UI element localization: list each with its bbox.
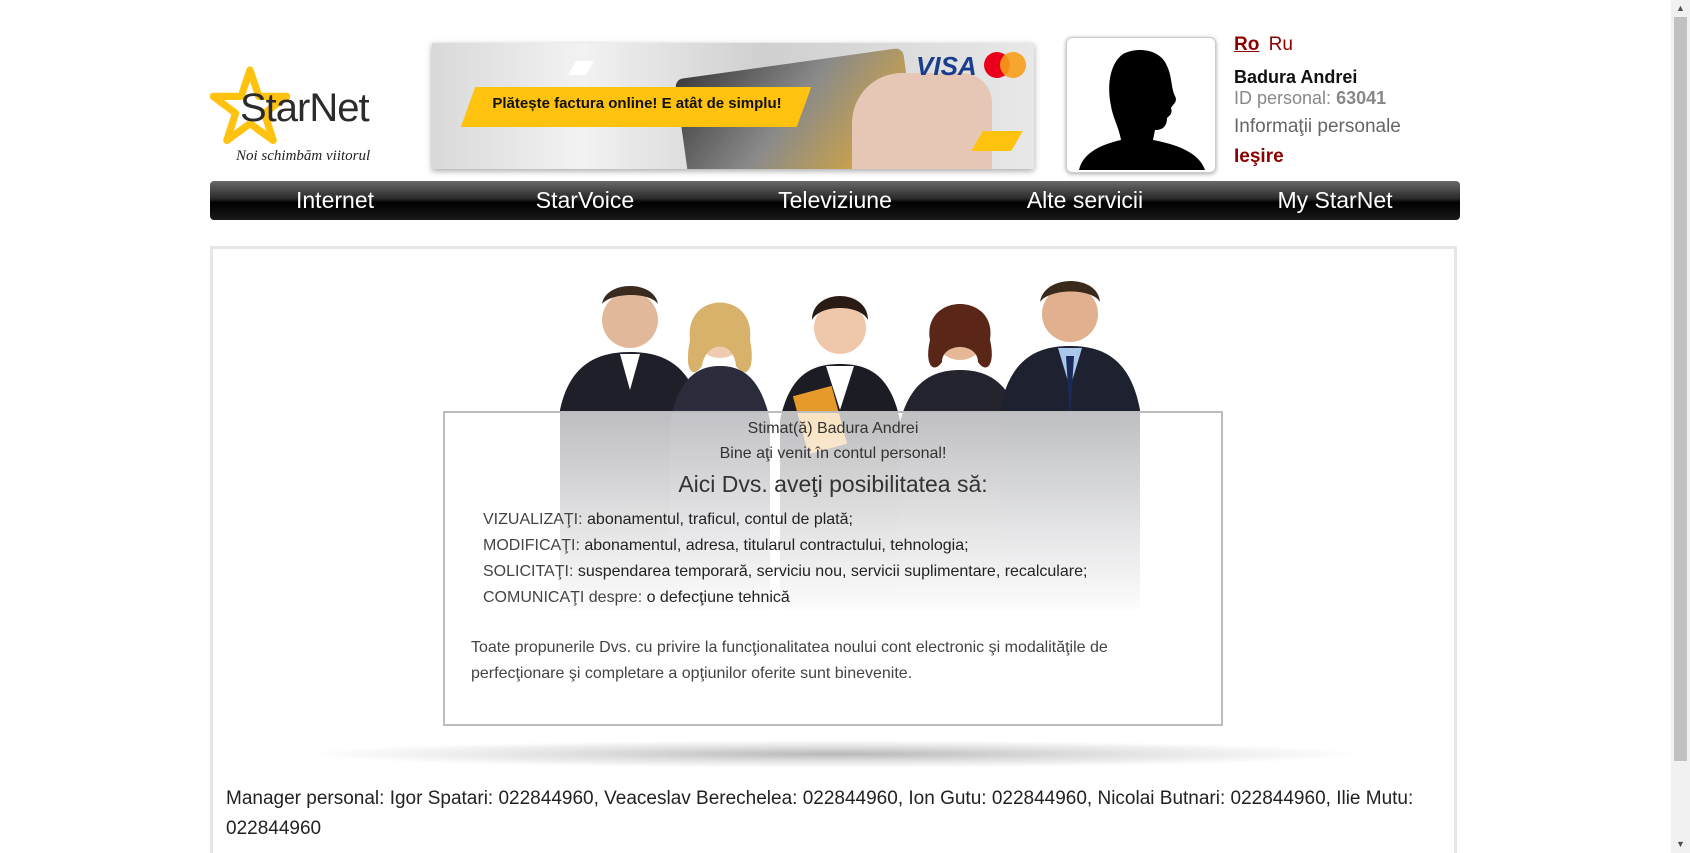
- main-nav: Internet StarVoice Televiziune Alte serv…: [210, 181, 1460, 220]
- greeting: Stimat(ă) Badura Andrei: [747, 420, 919, 437]
- list-item: SOLICITAŢI: suspendarea temporară, servi…: [483, 559, 1087, 585]
- silhouette-avatar-icon: [1079, 44, 1205, 170]
- divider-shadow: [300, 740, 1370, 768]
- welcome-heading: Aici Dvs. aveţi posibilitatea să:: [678, 471, 988, 497]
- page-scrollbar[interactable]: ▲ ▼: [1671, 0, 1690, 853]
- lang-ru-link[interactable]: Ru: [1269, 34, 1293, 55]
- list-item-key: VIZUALIZAŢI:: [483, 511, 583, 528]
- language-switcher: Ro Ru: [1234, 34, 1293, 56]
- visa-logo: VISA: [916, 51, 977, 81]
- welcome-line: Bine aţi venit în contul personal!: [719, 445, 947, 462]
- logo-slogan: Noi schimbăm viitorul: [236, 148, 371, 164]
- mastercard-orange-circle: [1000, 52, 1026, 78]
- list-item-text: suspendarea temporară, serviciu nou, ser…: [573, 563, 1088, 580]
- nav-item-my-starnet[interactable]: My StarNet: [1210, 181, 1460, 220]
- list-item-key: MODIFICAŢI:: [483, 537, 580, 554]
- personal-info-link[interactable]: Informaţii personale: [1234, 116, 1401, 138]
- list-item-key: COMUNICAŢI despre:: [483, 589, 643, 606]
- hand-image: [852, 73, 992, 169]
- mastercard-logo: [984, 51, 1028, 79]
- scroll-up-icon[interactable]: ▲: [1671, 0, 1690, 17]
- payment-banner[interactable]: Plătește factura online! E atât de simpl…: [432, 43, 1034, 169]
- scroll-down-icon[interactable]: ▼: [1671, 836, 1690, 853]
- lang-ro-link[interactable]: Ro: [1234, 34, 1259, 55]
- user-id-value: 63041: [1336, 88, 1387, 108]
- list-item-text: abonamentul, traficul, contul de plată;: [582, 511, 853, 528]
- list-item-text: abonamentul, adresa, titularul contractu…: [579, 537, 969, 554]
- banner-text: Plătește factura online! E atât de simpl…: [492, 95, 782, 112]
- welcome-panel: Stimat(ă) Badura Andrei Bine aţi venit î…: [443, 411, 1223, 726]
- nav-item-televiziune[interactable]: Televiziune: [710, 181, 960, 220]
- list-item: VIZUALIZAŢI: abonamentul, traficul, cont…: [483, 507, 1087, 533]
- logo-text: StarNet: [240, 86, 370, 130]
- list-item-key: SOLICITAŢI:: [483, 563, 574, 580]
- user-id: ID personal: 63041: [1234, 88, 1386, 109]
- nav-item-internet[interactable]: Internet: [210, 181, 460, 220]
- personal-managers: Manager personal: Igor Spatari: 02284496…: [226, 788, 1414, 839]
- user-avatar[interactable]: [1066, 37, 1216, 173]
- starnet-logo[interactable]: StarNet Noi schimbăm viitorul: [210, 66, 390, 174]
- user-name: Badura Andrei: [1234, 67, 1358, 87]
- banner-decoration: [567, 61, 595, 75]
- feedback-note: Toate propunerile Dvs. cu privire la fun…: [471, 639, 1108, 682]
- capabilities-list: VIZUALIZAŢI: abonamentul, traficul, cont…: [483, 507, 1087, 611]
- list-item-text: o defecţiune tehnică: [642, 589, 790, 606]
- nav-item-starvoice[interactable]: StarVoice: [460, 181, 710, 220]
- user-id-label: ID personal:: [1234, 88, 1337, 108]
- list-item: MODIFICAŢI: abonamentul, adresa, titular…: [483, 533, 1087, 559]
- scroll-thumb[interactable]: [1674, 17, 1687, 761]
- logout-link[interactable]: Ieşire: [1234, 146, 1284, 168]
- list-item: COMUNICAŢI despre: o defecţiune tehnică: [483, 585, 1087, 611]
- nav-item-alte-servicii[interactable]: Alte servicii: [960, 181, 1210, 220]
